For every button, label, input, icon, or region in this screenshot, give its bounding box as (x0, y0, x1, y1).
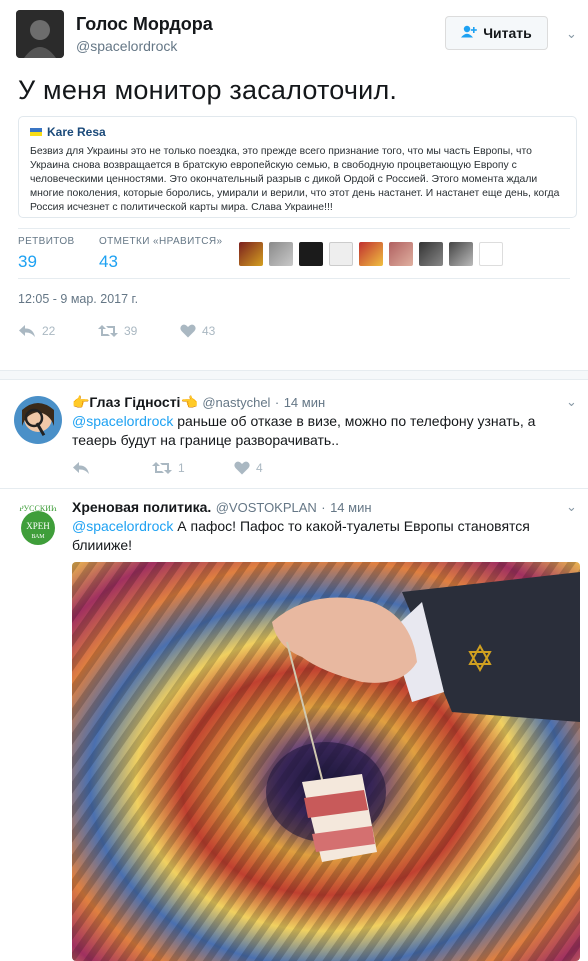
reply-header: 👉Глаз Гідності👈 @nastychel · 14 мин (72, 394, 326, 410)
chevron-down-icon[interactable]: ⌄ (566, 394, 577, 410)
reply-author-name[interactable]: 👉Глаз Гідності👈 (72, 394, 198, 410)
quote-text: Безвиз для Украины это не только поездка… (30, 146, 560, 213)
tweet-text: У меня монитор засалоточил. (18, 75, 398, 105)
author-name[interactable]: Голос Мордора (76, 14, 213, 35)
retweet-count: 1 (178, 461, 185, 475)
heart-icon (234, 461, 250, 475)
reply-text: @spacelordrock раньше об отказе в визе, … (72, 412, 572, 450)
quote-author: Kare Resa (47, 125, 106, 139)
add-user-icon (461, 25, 478, 42)
chevron-down-icon[interactable]: ⌄ (566, 499, 577, 515)
reply-author-handle[interactable]: @VOSTOKPLAN (216, 500, 317, 515)
reply-button[interactable] (72, 461, 90, 475)
likes-label: ОТМЕТКИ «НРАВИТСЯ» (99, 236, 223, 247)
retweets-count: 39 (18, 252, 37, 271)
liker-avatar[interactable] (359, 242, 383, 266)
liker-avatar[interactable] (479, 242, 503, 266)
divider (18, 228, 570, 229)
divider (0, 488, 588, 489)
avatar-text-mid: ХРЕН (26, 521, 50, 531)
follow-button[interactable]: Читать (445, 16, 548, 50)
reply-icon (73, 462, 89, 474)
reply-author-name[interactable]: Хреновая политика. (72, 499, 211, 515)
reply-time[interactable]: 14 мин (284, 395, 325, 410)
tweet-timestamp: 12:05 - 9 мар. 2017 г. (18, 292, 139, 306)
likers-avatars (239, 242, 503, 266)
liker-avatar[interactable] (329, 242, 353, 266)
tweet-media-image[interactable] (72, 562, 580, 961)
like-count: 4 (256, 461, 263, 475)
ukraine-flag-icon (30, 128, 42, 136)
reply-count: 22 (42, 324, 56, 338)
reply-header: Хреновая политика. @VOSTOKPLAN · 14 мин (72, 499, 372, 515)
author-handle[interactable]: @spacelordrock (76, 38, 177, 54)
retweet-count: 39 (124, 324, 138, 338)
retweet-button[interactable]: 39 (98, 324, 137, 338)
likes-count: 43 (99, 252, 118, 271)
liker-avatar[interactable] (389, 242, 413, 266)
reply-time[interactable]: 14 мин (330, 500, 371, 515)
section-separator (0, 370, 588, 380)
liker-avatar[interactable] (449, 242, 473, 266)
divider (18, 278, 570, 279)
retweets-stat[interactable]: РЕТВИТОВ 39 (18, 236, 75, 272)
liker-avatar[interactable] (419, 242, 443, 266)
reply-author-handle[interactable]: @nastychel (202, 395, 270, 410)
quoted-tweet[interactable]: Kare Resa Безвиз для Украины это не толь… (18, 116, 577, 218)
liker-avatar[interactable] (269, 242, 293, 266)
reply-avatar[interactable] (14, 396, 62, 444)
reply-icon (19, 325, 35, 337)
like-button[interactable]: 43 (180, 324, 215, 338)
reply-mention[interactable]: @spacelordrock (72, 413, 173, 429)
avatar-text-top: РУССКИЙ (19, 504, 57, 513)
liker-avatar[interactable] (299, 242, 323, 266)
like-button[interactable]: 4 (234, 461, 263, 475)
retweets-label: РЕТВИТОВ (18, 236, 75, 247)
reply-button[interactable]: 22 (18, 324, 55, 338)
liker-avatar[interactable] (239, 242, 263, 266)
reply-avatar[interactable]: РУССКИЙ ХРЕН ВАМ (14, 500, 62, 548)
likes-stat[interactable]: ОТМЕТКИ «НРАВИТСЯ» 43 (99, 236, 222, 272)
retweet-icon (152, 462, 172, 474)
avatar-text-bot: ВАМ (31, 534, 45, 540)
heart-icon (180, 324, 196, 338)
reply-text: @spacelordrock А пафос! Пафос то какой-т… (72, 517, 572, 555)
reply-mention[interactable]: @spacelordrock (72, 518, 173, 534)
chevron-down-icon[interactable]: ⌄ (566, 26, 577, 42)
retweet-icon (98, 325, 118, 337)
retweet-button[interactable]: 1 (152, 461, 185, 475)
like-count: 43 (202, 324, 216, 338)
author-avatar[interactable] (16, 10, 64, 58)
follow-label: Читать (483, 25, 532, 41)
